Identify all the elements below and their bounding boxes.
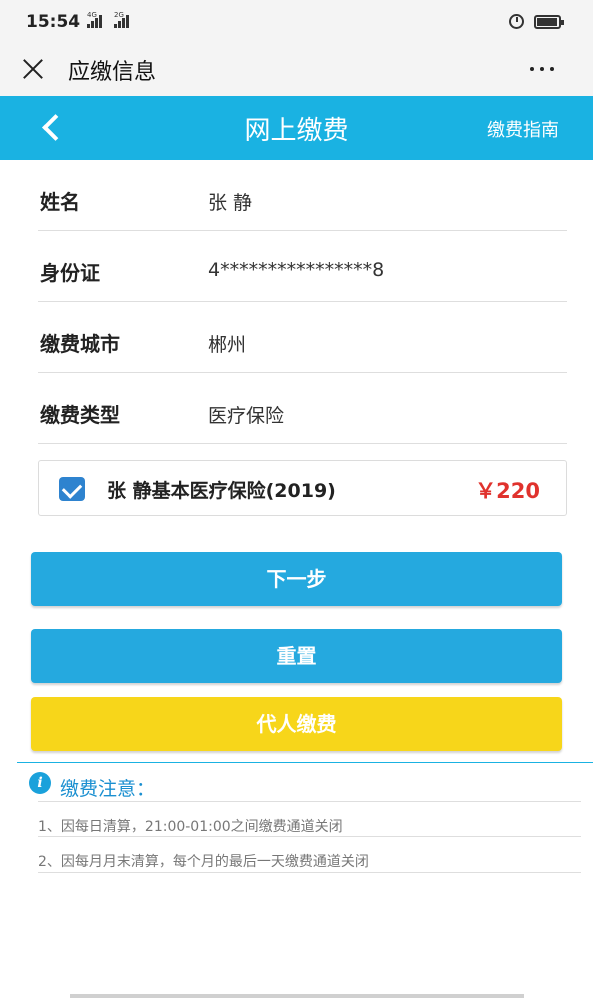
field-label: 缴费类型 bbox=[40, 403, 120, 427]
field-type: 缴费类型 医疗保险 bbox=[38, 373, 567, 444]
info-icon: i bbox=[29, 772, 51, 794]
battery-icon bbox=[534, 15, 564, 29]
field-value: 张 静 bbox=[208, 192, 253, 214]
notice-title: 缴费注意： bbox=[60, 778, 156, 800]
next-step-button[interactable]: 下一步 bbox=[31, 552, 562, 606]
status-bar: 15:54 4G 2G bbox=[0, 0, 593, 44]
insurance-item[interactable]: 张 静基本医疗保险(2019) ￥220 bbox=[38, 460, 567, 516]
proxy-pay-button[interactable]: 代人缴费 bbox=[31, 697, 562, 751]
field-id-card: 身份证 4****************8 bbox=[38, 231, 567, 302]
divider bbox=[38, 872, 581, 873]
signal-icon-2: 2G bbox=[114, 11, 129, 28]
field-label: 身份证 bbox=[40, 261, 100, 285]
payment-guide-link[interactable]: 缴费指南 bbox=[487, 116, 559, 142]
notice-item: 1、因每日清算，21:00-01:00之间缴费通道关闭 bbox=[38, 819, 343, 835]
divider bbox=[17, 762, 593, 763]
more-icon[interactable] bbox=[530, 67, 554, 71]
field-value: 医疗保险 bbox=[208, 405, 285, 427]
field-name: 姓名 张 静 bbox=[38, 160, 567, 231]
field-city: 缴费城市 郴州 bbox=[38, 302, 567, 373]
signal-icon: 4G bbox=[87, 11, 102, 28]
divider bbox=[38, 836, 581, 837]
field-label: 缴费城市 bbox=[40, 332, 120, 356]
status-time: 15:54 bbox=[26, 12, 81, 32]
reset-button[interactable]: 重置 bbox=[31, 629, 562, 683]
nav-bar: 网上缴费 缴费指南 bbox=[0, 96, 593, 160]
alarm-icon bbox=[509, 14, 524, 29]
item-checkbox[interactable] bbox=[59, 477, 85, 501]
notice-item: 2、因每月月末清算，每个月的最后一天缴费通道关闭 bbox=[38, 854, 369, 870]
divider bbox=[38, 801, 581, 802]
page-title: 应缴信息 bbox=[68, 60, 157, 85]
field-value: 4****************8 bbox=[208, 259, 385, 281]
item-price: ￥220 bbox=[475, 479, 540, 503]
field-value: 郴州 bbox=[208, 334, 247, 356]
close-icon[interactable] bbox=[20, 56, 46, 82]
item-name: 张 静基本医疗保险(2019) bbox=[107, 480, 336, 502]
field-label: 姓名 bbox=[40, 190, 80, 214]
bottom-strip bbox=[70, 994, 524, 998]
app-header: 应缴信息 bbox=[0, 44, 593, 96]
